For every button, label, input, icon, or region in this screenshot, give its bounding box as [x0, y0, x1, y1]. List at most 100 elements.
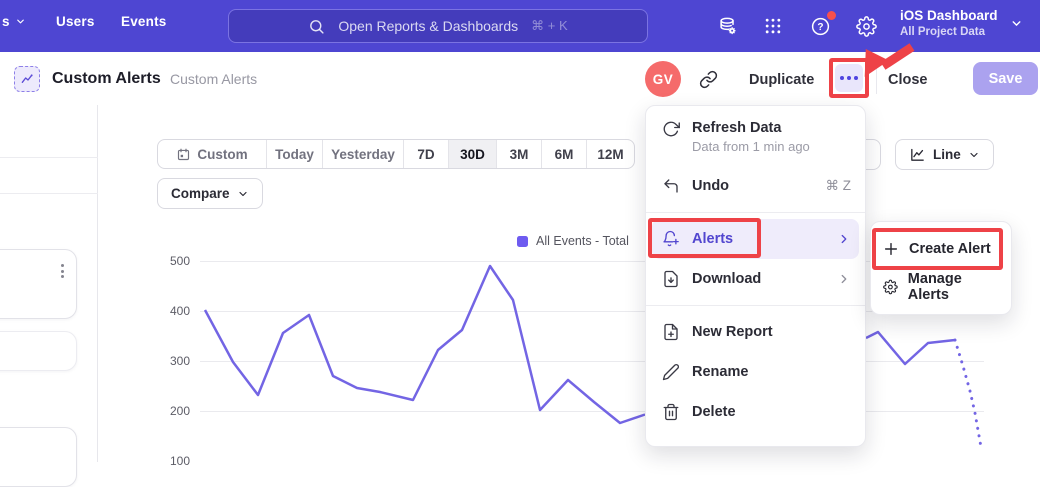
chevron-down-icon — [237, 188, 249, 200]
gear-icon — [883, 279, 898, 295]
compare-dropdown[interactable]: Compare — [157, 178, 263, 209]
report-header: Custom Alerts Custom Alerts GV Duplicate… — [0, 52, 1040, 105]
submenu-item-create-alert[interactable]: Create Alert — [871, 230, 1011, 268]
help-icon[interactable]: ? — [806, 12, 834, 40]
submenu-item-label: Create Alert — [909, 241, 991, 257]
divider — [646, 212, 865, 213]
kebab-menu-icon[interactable] — [61, 264, 64, 278]
page-title: Custom Alerts — [52, 70, 161, 88]
search-icon — [308, 18, 325, 35]
range-6m[interactable]: 6M — [541, 140, 586, 168]
copy-link-icon[interactable] — [699, 70, 718, 89]
project-switcher[interactable]: iOS Dashboard All Project Data — [900, 7, 1023, 39]
chevron-down-icon — [15, 16, 26, 27]
range-30d[interactable]: 30D — [448, 140, 496, 168]
menu-item-delete[interactable]: Delete — [646, 392, 865, 432]
left-sidebar — [0, 105, 98, 462]
apps-grid-icon[interactable] — [759, 12, 787, 40]
menu-item-label: Refresh Data — [692, 120, 851, 136]
avatar[interactable]: GV — [645, 61, 681, 97]
chevron-down-icon — [968, 149, 980, 161]
y-axis-label: 500 — [160, 254, 190, 268]
nav-item-partial[interactable]: s — [2, 14, 26, 29]
legend-swatch — [517, 236, 528, 247]
svg-text:?: ? — [817, 22, 823, 33]
line-chart-icon — [909, 146, 926, 163]
menu-item-alerts[interactable]: Alerts — [652, 219, 859, 259]
bell-plus-icon — [662, 230, 680, 248]
undo-icon — [662, 177, 680, 195]
settings-icon[interactable] — [852, 12, 880, 40]
duplicate-button[interactable]: Duplicate — [749, 72, 814, 88]
menu-item-sub: Data from 1 min ago — [692, 139, 851, 154]
nav-item-users[interactable]: Users — [56, 14, 95, 29]
chevron-down-icon — [1010, 17, 1023, 30]
project-scope: All Project Data — [900, 25, 998, 39]
menu-item-label: Download — [692, 271, 825, 287]
chart-type-label: Line — [933, 147, 961, 162]
close-button[interactable]: Close — [888, 72, 928, 88]
trash-icon — [662, 403, 680, 421]
top-navbar: s Users Events Open Reports & Dashboards… — [0, 0, 1040, 52]
gridline — [200, 311, 984, 312]
date-range-control: Custom Today Yesterday 7D 30D 3M 6M 12M — [157, 139, 635, 169]
chart-legend: All Events - Total — [517, 234, 629, 248]
divider — [646, 305, 865, 306]
range-yesterday[interactable]: Yesterday — [322, 140, 403, 168]
file-plus-icon — [662, 323, 680, 341]
dashboard-card[interactable] — [0, 427, 77, 487]
project-name: iOS Dashboard — [900, 7, 998, 25]
divider — [0, 193, 98, 194]
y-axis-label: 400 — [160, 304, 190, 318]
menu-item-refresh-data[interactable]: Refresh Data Data from 1 min ago — [646, 116, 865, 166]
plus-icon — [883, 241, 899, 257]
nav-item-events[interactable]: Events — [121, 14, 166, 29]
breadcrumb: Custom Alerts — [170, 71, 257, 87]
pencil-icon — [662, 363, 680, 381]
gridline — [200, 361, 984, 362]
menu-item-new-report[interactable]: New Report — [646, 312, 865, 352]
divider — [876, 64, 877, 94]
menu-item-label: Delete — [692, 404, 851, 420]
report-type-icon — [14, 66, 40, 92]
global-search-input[interactable]: Open Reports & Dashboards ⌘ + K — [228, 9, 648, 43]
range-custom[interactable]: Custom — [158, 140, 266, 168]
download-icon — [662, 270, 680, 288]
menu-item-label: New Report — [692, 324, 851, 340]
range-label: Custom — [197, 147, 247, 162]
legend-label: All Events - Total — [536, 234, 629, 248]
y-axis-label: 300 — [160, 354, 190, 368]
submenu-item-label: Manage Alerts — [908, 271, 999, 303]
submenu-item-manage-alerts[interactable]: Manage Alerts — [871, 268, 1011, 306]
y-axis-label: 200 — [160, 404, 190, 418]
range-7d[interactable]: 7D — [403, 140, 448, 168]
search-shortcut: ⌘ + K — [531, 18, 568, 34]
notification-dot — [827, 11, 836, 20]
range-today[interactable]: Today — [266, 140, 322, 168]
menu-item-rename[interactable]: Rename — [646, 352, 865, 392]
range-3m[interactable]: 3M — [496, 140, 541, 168]
dashboard-card[interactable] — [0, 331, 77, 371]
divider — [0, 157, 98, 158]
dashboard-card[interactable] — [0, 249, 77, 319]
chevron-right-icon — [837, 272, 851, 286]
alerts-submenu: Create Alert Manage Alerts — [870, 221, 1012, 315]
chart-type-dropdown[interactable]: Line — [895, 139, 994, 170]
search-placeholder: Open Reports & Dashboards — [338, 18, 518, 34]
compare-label: Compare — [171, 186, 230, 201]
y-axis-label: 100 — [160, 454, 190, 468]
refresh-icon — [662, 120, 680, 138]
more-options-button[interactable] — [835, 64, 863, 92]
menu-shortcut: ⌘ Z — [826, 178, 852, 194]
data-management-icon[interactable] — [713, 12, 741, 40]
menu-item-label: Rename — [692, 364, 851, 380]
context-menu: Refresh Data Data from 1 min ago Undo ⌘ … — [645, 105, 866, 447]
menu-item-label: Alerts — [692, 231, 825, 247]
range-12m[interactable]: 12M — [586, 140, 634, 168]
chevron-right-icon — [837, 232, 851, 246]
menu-item-download[interactable]: Download — [646, 259, 865, 299]
menu-item-undo[interactable]: Undo ⌘ Z — [646, 166, 865, 206]
nav-item-partial-label: s — [2, 14, 10, 29]
menu-item-label: Undo — [692, 178, 814, 194]
save-button[interactable]: Save — [973, 62, 1038, 95]
